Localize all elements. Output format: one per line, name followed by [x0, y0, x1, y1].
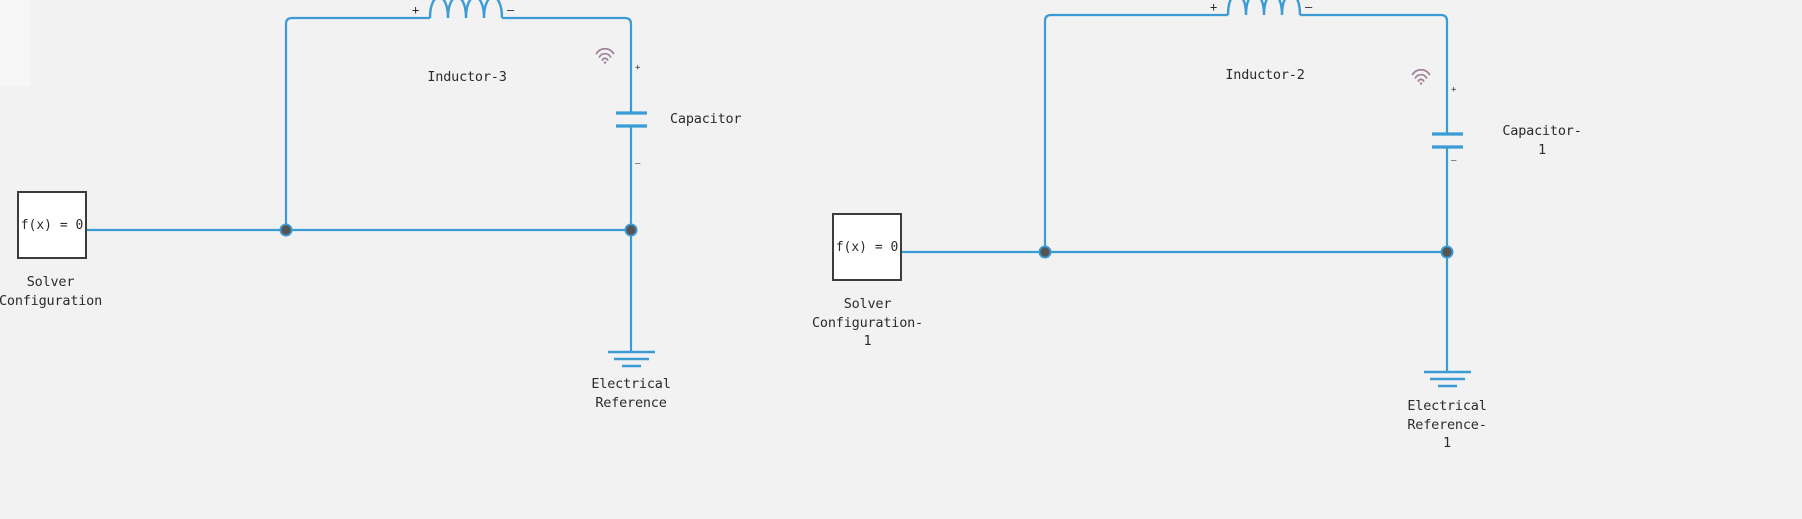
solver-configuration-block[interactable]: f(x) = 0 — [832, 213, 902, 281]
inductor-minus-port: – — [1305, 0, 1313, 14]
solver-configuration-label: Solver Configuration- 1 — [812, 296, 923, 349]
inductor-label: Inductor-2 — [1225, 67, 1305, 83]
physical-signal-icon — [1411, 68, 1431, 85]
circuit-right: f(x) = 0 Solver Configuration- 1 Inducto… — [0, 0, 1802, 519]
inductor-plus-port: + — [1210, 0, 1218, 14]
electrical-reference-label: Electrical Reference- 1 — [1407, 398, 1487, 451]
capacitor-minus-port: – — [1451, 156, 1457, 166]
capacitor-plus-port: + — [1451, 85, 1457, 95]
capacitor-label: Capacitor- 1 — [1502, 123, 1582, 158]
solver-fx-label: f(x) = 0 — [835, 239, 899, 255]
diagram-canvas: f(x) = 0 Solver Configuration Inductor-3… — [0, 0, 1802, 519]
